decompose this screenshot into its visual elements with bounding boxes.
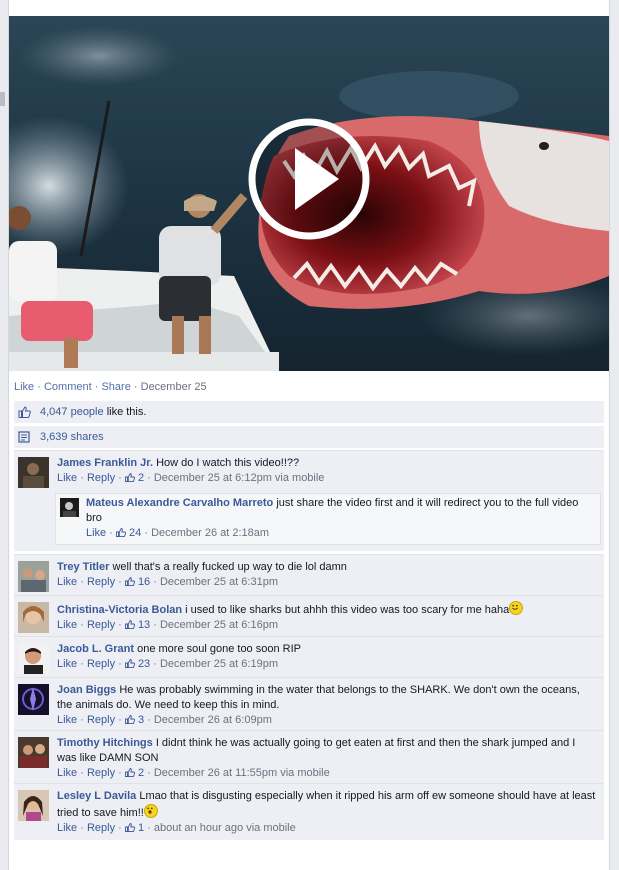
comment-text: i used to like sharks but ahhh this vide… [185,604,510,616]
comment-reply-link[interactable]: Reply [87,822,115,834]
comment-author[interactable]: Timothy Hitchings [57,737,153,749]
avatar[interactable] [18,737,49,768]
reply-time[interactable]: December 26 at 2:18am [151,527,269,539]
comment-like-link[interactable]: Like [57,619,77,631]
comment-meta: Like · Reply · 2 · December 26 at 11:55p… [57,767,330,779]
comment-author[interactable]: Trey Titler [57,561,109,573]
thumbs-up-icon [18,406,31,418]
avatar[interactable] [18,790,49,821]
comment-text: He was probably swimming in the water th… [57,684,580,711]
comment-like-count[interactable]: 13 [138,619,150,631]
avatar[interactable] [18,457,49,488]
comment-item: Jacob L. Grant one more soul gone too so… [14,636,604,677]
comment-item: Lesley L Davila Lmao that is disgusting … [14,783,604,840]
comment-text: well that's a really fucked up way to di… [112,561,347,573]
page-edge-marker [0,92,5,106]
comment-meta: Like · Reply · 3 · December 26 at 6:09pm [57,714,272,726]
share-icon [18,431,30,443]
thumbs-up-icon [124,620,135,629]
comment-meta: Like · Reply · 16 · December 25 at 6:31p… [57,576,278,588]
likes-suffix: like this. [106,406,147,418]
thumbs-up-icon [124,659,135,668]
reply-like-count[interactable]: 24 [129,527,141,539]
comment-text: How do I watch this video!!?? [156,457,300,469]
thumbs-up-icon [124,823,135,832]
comment-author[interactable]: Jacob L. Grant [57,643,134,655]
post-top-bar [9,0,609,16]
avatar[interactable] [18,684,49,715]
likes-summary: 4,047 people like this. [14,400,604,423]
comment-text: one more soul gone too soon RIP [137,643,301,655]
post-comment-link[interactable]: Comment [44,381,92,393]
reply-author[interactable]: Mateus Alexandre Carvalho Marreto [86,497,273,509]
comment-author[interactable]: Joan Biggs [57,684,116,696]
comment-text: Lmao that is disgusting especially when … [57,790,596,819]
comment-item: Joan Biggs He was probably swimming in t… [14,677,604,730]
post-actions: Like · Comment · Share · December 25 [14,381,207,393]
comment-reply-link[interactable]: Reply [87,714,115,726]
comment-time[interactable]: December 25 at 6:16pm [160,619,278,631]
avatar[interactable] [60,498,79,517]
comment-item: Trey Titler well that's a really fucked … [14,554,604,595]
comment-item: Christina-Victoria Bolan i used to like … [14,595,604,636]
comment-like-count[interactable]: 16 [138,576,150,588]
comment-time[interactable]: December 25 at 6:31pm [160,576,278,588]
video-thumbnail [9,16,609,371]
comment-time[interactable]: about an hour ago via mobile [154,822,296,834]
avatar[interactable] [18,561,49,592]
thumbs-up-icon [124,768,135,777]
smiley-emoji [509,601,524,615]
shares-summary: 3,639 shares [14,425,604,448]
comment-meta: Like · Reply · 23 · December 25 at 6:19p… [57,658,278,670]
comment-like-count[interactable]: 2 [138,472,144,484]
comment-reply-link[interactable]: Reply [87,576,115,588]
shocked-emoji [143,804,158,818]
comment-time[interactable]: December 26 at 6:09pm [154,714,272,726]
comment-author[interactable]: Christina-Victoria Bolan [57,604,182,616]
likes-count-link[interactable]: 4,047 people [40,406,104,418]
comment-reply-link[interactable]: Reply [87,658,115,670]
comment-like-link[interactable]: Like [57,714,77,726]
comment-item: Timothy Hitchings I didnt think he was a… [14,730,604,783]
comment-time[interactable]: December 26 at 11:55pm via mobile [154,767,330,779]
avatar[interactable] [18,643,49,674]
comment-reply-link[interactable]: Reply [87,619,115,631]
comment-like-link[interactable]: Like [57,472,77,484]
thumbs-up-icon [124,715,135,724]
comment-like-link[interactable]: Like [57,767,77,779]
reply-like-link[interactable]: Like [86,527,106,539]
comment-author[interactable]: James Franklin Jr. [57,457,153,469]
reply-item: Mateus Alexandre Carvalho Marreto just s… [55,493,601,545]
comment-like-count[interactable]: 1 [138,822,144,834]
comment-reply-link[interactable]: Reply [87,472,115,484]
avatar[interactable] [18,602,49,633]
post-date[interactable]: December 25 [141,381,207,393]
thumbs-up-icon [124,577,135,586]
comment-like-link[interactable]: Like [57,822,77,834]
comment-like-count[interactable]: 2 [138,767,144,779]
comment-like-count[interactable]: 23 [138,658,150,670]
video-player[interactable] [9,16,609,371]
comment-reply-link[interactable]: Reply [87,767,115,779]
post-share-link[interactable]: Share [101,381,130,393]
thumbs-up-icon [116,528,126,537]
comment-author[interactable]: Lesley L Davila [57,790,136,802]
shares-count-link[interactable]: 3,639 shares [40,431,104,443]
comment-like-link[interactable]: Like [57,576,77,588]
comment-meta: Like · Reply · 2 · December 25 at 6:12pm… [57,472,325,484]
comment-time[interactable]: December 25 at 6:19pm [160,658,278,670]
comment-time[interactable]: December 25 at 6:12pm via mobile [154,472,325,484]
comment-like-count[interactable]: 3 [138,714,144,726]
comment-like-link[interactable]: Like [57,658,77,670]
post-like-link[interactable]: Like [14,381,34,393]
comment-meta: Like · Reply · 1 · about an hour ago via… [57,822,296,834]
comment-meta: Like · Reply · 13 · December 25 at 6:16p… [57,619,278,631]
reply-meta: Like · 24 · December 26 at 2:18am [86,527,270,539]
thumbs-up-icon [124,473,135,482]
